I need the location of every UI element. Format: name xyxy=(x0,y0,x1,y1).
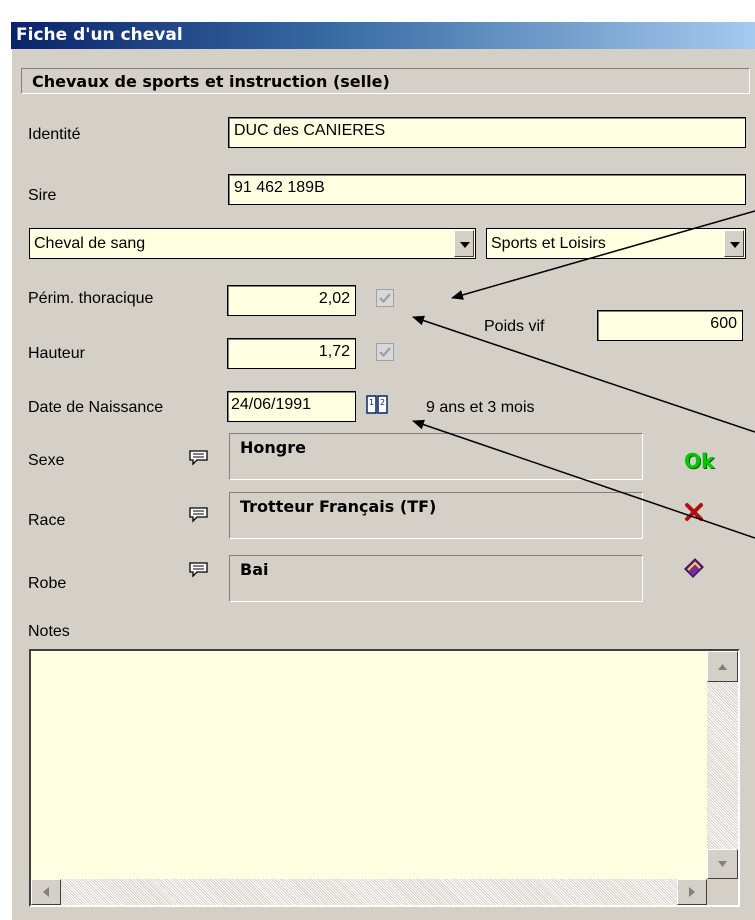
annotation-arrows xyxy=(412,210,755,539)
annotation-arrow xyxy=(412,315,755,433)
annotation-arrow xyxy=(412,419,755,539)
annotation-arrow xyxy=(451,210,755,300)
